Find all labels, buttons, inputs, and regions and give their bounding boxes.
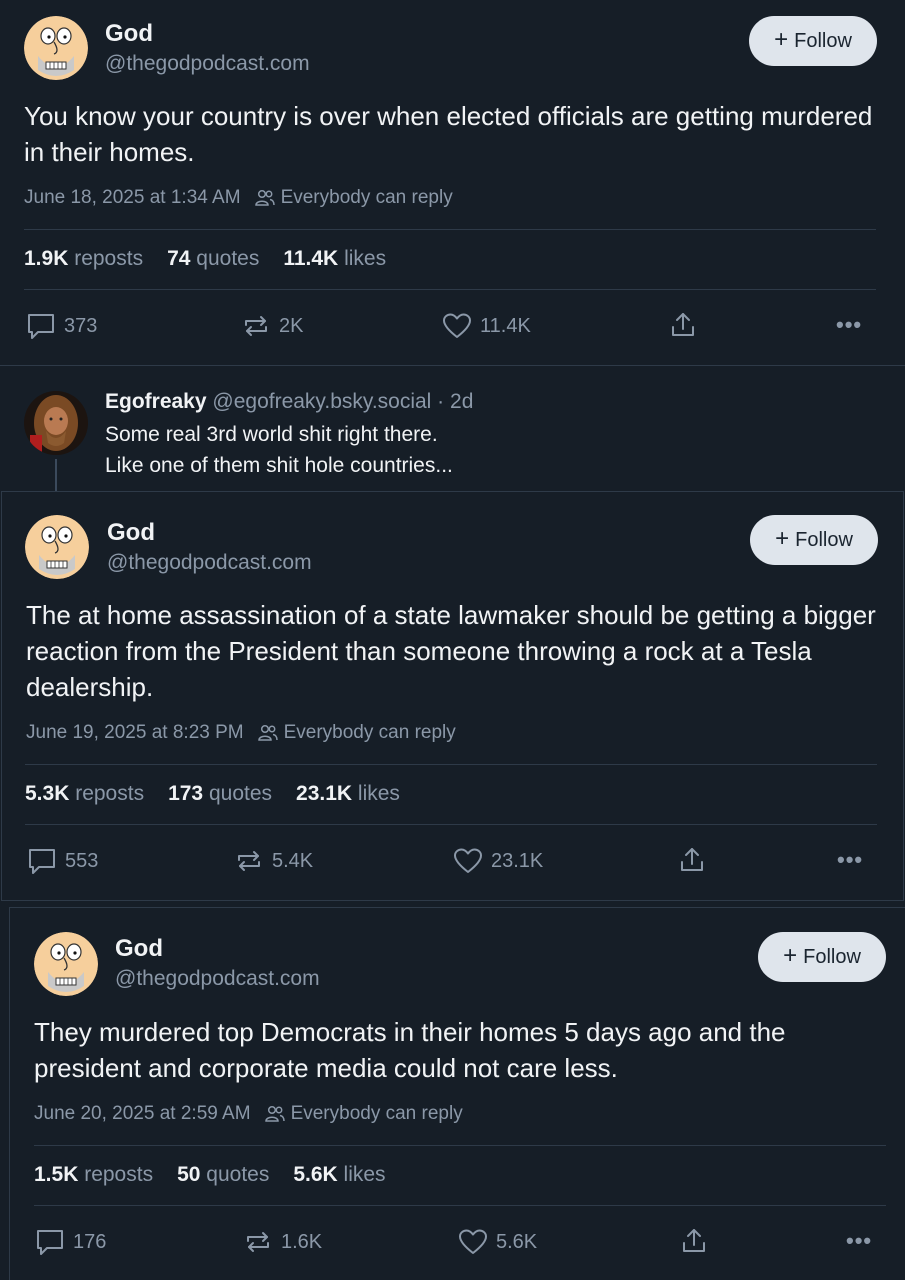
avatar-god[interactable] [24,16,88,80]
plus-icon: + [774,26,789,53]
post-stats: 1.9K reposts 74 quotes 11.4K likes [24,247,386,271]
avatar-god[interactable] [25,515,89,579]
post-2: God @thegodpodcast.com + Follow The at ho… [1,491,904,901]
author-handle[interactable]: @thegodpodcast.com [115,967,320,991]
repost-button[interactable]: 2K [241,312,303,340]
share-button[interactable] [668,310,698,340]
like-icon [459,1229,487,1254]
likes-stat[interactable]: 5.6K likes [293,1163,385,1187]
quotes-stat[interactable]: 173 quotes [168,782,272,806]
like-icon [454,848,482,873]
like-icon [443,313,471,338]
divider [25,824,877,825]
likes-stat[interactable]: 23.1K likes [296,782,400,806]
post-meta: June 18, 2025 at 1:34 AM Everybody can r… [24,187,453,209]
share-button[interactable] [677,845,707,875]
post-text: The at home assassination of a state law… [26,600,876,702]
reply-text-line-1: Some real 3rd world shit right there. [105,423,438,446]
post-stats: 1.5K reposts 50 quotes 5.6K likes [34,1163,386,1187]
avatar-god[interactable] [34,932,98,996]
author-name[interactable]: God [115,935,163,963]
reposts-stat[interactable]: 1.5K reposts [34,1163,153,1187]
thread-line [55,459,57,491]
post-meta: June 20, 2025 at 2:59 AM Everybody can r… [34,1103,463,1125]
quotes-stat[interactable]: 74 quotes [167,247,259,271]
likes-stat[interactable]: 11.4K likes [283,247,386,271]
reply-icon [28,314,54,339]
reply-author[interactable]: Egofreaky @egofreaky.bsky.social · 2d [105,390,473,414]
repost-icon [247,1232,269,1252]
post-3: God @thegodpodcast.com + Follow They murd… [9,907,905,1280]
follow-button[interactable]: + Follow [758,932,886,982]
more-icon[interactable]: ••• [836,312,862,338]
author-handle[interactable]: @thegodpodcast.com [107,551,312,575]
more-icon[interactable]: ••• [837,847,863,873]
people-icon [254,189,275,206]
reply-icon [37,1230,63,1255]
share-icon [681,848,703,871]
reply-icon [29,849,55,874]
repost-button[interactable]: 1.6K [243,1228,322,1256]
author-name[interactable]: God [105,20,153,48]
author-handle[interactable]: @thegodpodcast.com [105,52,310,76]
reposts-stat[interactable]: 5.3K reposts [25,782,144,806]
like-button[interactable]: 5.6K [458,1228,537,1256]
post-stats: 5.3K reposts 173 quotes 23.1K likes [25,782,400,806]
divider [34,1145,886,1146]
people-icon [264,1105,285,1122]
reply-button[interactable]: 373 [26,312,97,340]
reply-button[interactable]: 553 [27,847,98,875]
like-button[interactable]: 11.4K [442,312,531,340]
share-icon [683,1229,705,1252]
people-icon [257,724,278,741]
reply-setting[interactable]: Everybody can reply [291,1103,463,1125]
post-text: You know your country is over when elect… [24,101,873,167]
reply-button[interactable]: 176 [35,1228,106,1256]
post-meta: June 19, 2025 at 8:23 PM Everybody can r… [26,722,456,744]
share-button[interactable] [679,1226,709,1256]
reply-text-line-2: Like one of them shit hole countries... [105,454,453,477]
divider [25,764,877,765]
quotes-stat[interactable]: 50 quotes [177,1163,269,1187]
reply-setting[interactable]: Everybody can reply [281,187,453,209]
divider [24,229,876,230]
share-icon [672,313,694,336]
reply-post: Egofreaky @egofreaky.bsky.social · 2d So… [0,367,905,491]
post-timestamp[interactable]: June 18, 2025 at 1:34 AM [24,187,241,209]
reply-setting[interactable]: Everybody can reply [284,722,456,744]
post-text: They murdered top Democrats in their hom… [34,1017,786,1083]
repost-icon [245,316,267,336]
divider [24,289,876,290]
post-1: God @thegodpodcast.com + Follow You know … [0,0,905,366]
plus-icon: + [775,525,790,552]
plus-icon: + [783,942,798,969]
author-name[interactable]: God [107,519,155,547]
follow-button[interactable]: + Follow [749,16,877,66]
divider [34,1205,886,1206]
more-icon[interactable]: ••• [846,1228,872,1254]
reposts-stat[interactable]: 1.9K reposts [24,247,143,271]
post-timestamp[interactable]: June 20, 2025 at 2:59 AM [34,1103,251,1125]
follow-button[interactable]: + Follow [750,515,878,565]
avatar-egofreaky[interactable] [24,391,88,455]
post-timestamp[interactable]: June 19, 2025 at 8:23 PM [26,722,244,744]
repost-icon [238,851,260,871]
repost-button[interactable]: 5.4K [234,847,313,875]
like-button[interactable]: 23.1K [453,847,543,875]
